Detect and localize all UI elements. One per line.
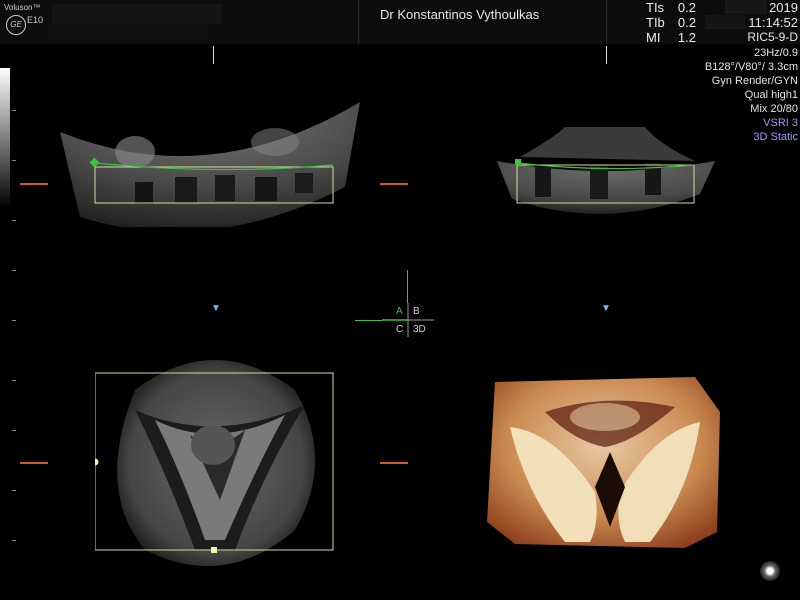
volume-angles: B128°/V80°/ 3.3cm (704, 61, 798, 73)
ge-logo-icon: GE (6, 15, 26, 35)
orange-marker-arrow-icon (380, 183, 408, 185)
orange-marker-left-c (20, 462, 48, 464)
vsri-mode: VSRI 3 (763, 117, 798, 129)
depth-tick (12, 270, 16, 271)
legend-crosshair (382, 303, 434, 337)
depth-tick (12, 220, 16, 221)
quadrant-c-image[interactable] (95, 350, 335, 575)
blue-down-arrow-icon: ▼ (211, 303, 221, 314)
top-reference-tick (213, 46, 214, 64)
sector-top (520, 127, 695, 161)
fundal-echo (191, 425, 235, 465)
endometrium-echo (135, 182, 153, 204)
quadrant-label-3d[interactable]: 3D (413, 324, 426, 335)
reference-line-vertical (407, 270, 408, 303)
quadrant-label-a[interactable]: A (396, 306, 403, 317)
depth-tick (12, 160, 16, 161)
quadrant-a-image[interactable] (55, 97, 365, 227)
probe-name: RIC5-9-D (747, 30, 798, 44)
endometrium-echo (590, 165, 608, 199)
orange-marker-arrow-icon (380, 462, 408, 464)
mix-setting: Mix 20/80 (750, 103, 798, 115)
endometrium-echo (295, 173, 313, 193)
endometrium-echo (175, 177, 197, 203)
depth-tick (12, 320, 16, 321)
date-display: 2019 (769, 0, 798, 15)
endometrium-echo (535, 167, 551, 197)
redacted-patient-id (48, 24, 208, 40)
box-handle[interactable] (211, 547, 217, 553)
top-reference-tick (606, 46, 607, 64)
blue-down-arrow-icon: ▼ (601, 303, 611, 314)
endometrium-echo (215, 175, 235, 201)
redacted-patient-name (52, 4, 222, 24)
render-preset: Gyn Render/GYN (711, 75, 798, 87)
index-value-tib: 0.2 (677, 15, 696, 30)
box-handle[interactable] (95, 458, 99, 466)
reference-line-horizontal (355, 320, 382, 321)
quadrant-selector[interactable]: A B C 3D (382, 303, 434, 337)
header-divider (358, 0, 359, 44)
endometrium-echo (255, 177, 277, 201)
quadrant-b-image[interactable] (495, 127, 717, 230)
fundal-texture (570, 403, 640, 431)
redacted-time (705, 15, 745, 29)
header-divider (606, 0, 607, 44)
redacted-date (725, 0, 767, 14)
index-value-mi: 1.2 (677, 30, 696, 45)
quadrant-3d-render[interactable] (485, 372, 725, 550)
frame-rate: 23Hz/0.9 (753, 47, 798, 59)
quadrant-label-b[interactable]: B (413, 306, 420, 317)
grayscale-bar (0, 68, 10, 208)
time-display: 11:14:52 (748, 15, 798, 30)
model-name: E10 (27, 15, 44, 25)
quality-setting: Qual high1 (744, 89, 798, 101)
trackball-cursor-icon[interactable] (760, 561, 780, 581)
depth-tick (12, 110, 16, 111)
depth-tick (12, 490, 16, 491)
tissue-echo (115, 136, 155, 168)
brand-name: Voluson™ (4, 3, 41, 12)
depth-tick (12, 430, 16, 431)
index-label-mi: MI (646, 30, 661, 45)
orange-marker-left-a (20, 183, 48, 185)
depth-tick (12, 380, 16, 381)
curve-handle[interactable] (515, 159, 521, 165)
depth-tick (12, 540, 16, 541)
tissue-echo (251, 128, 299, 156)
acquisition-mode: 3D Static (753, 131, 798, 143)
quadrant-label-c[interactable]: C (396, 324, 403, 335)
operator-name: Dr Konstantinos Vythoulkas (380, 7, 540, 22)
index-value-tis: 0.2 (677, 0, 696, 15)
